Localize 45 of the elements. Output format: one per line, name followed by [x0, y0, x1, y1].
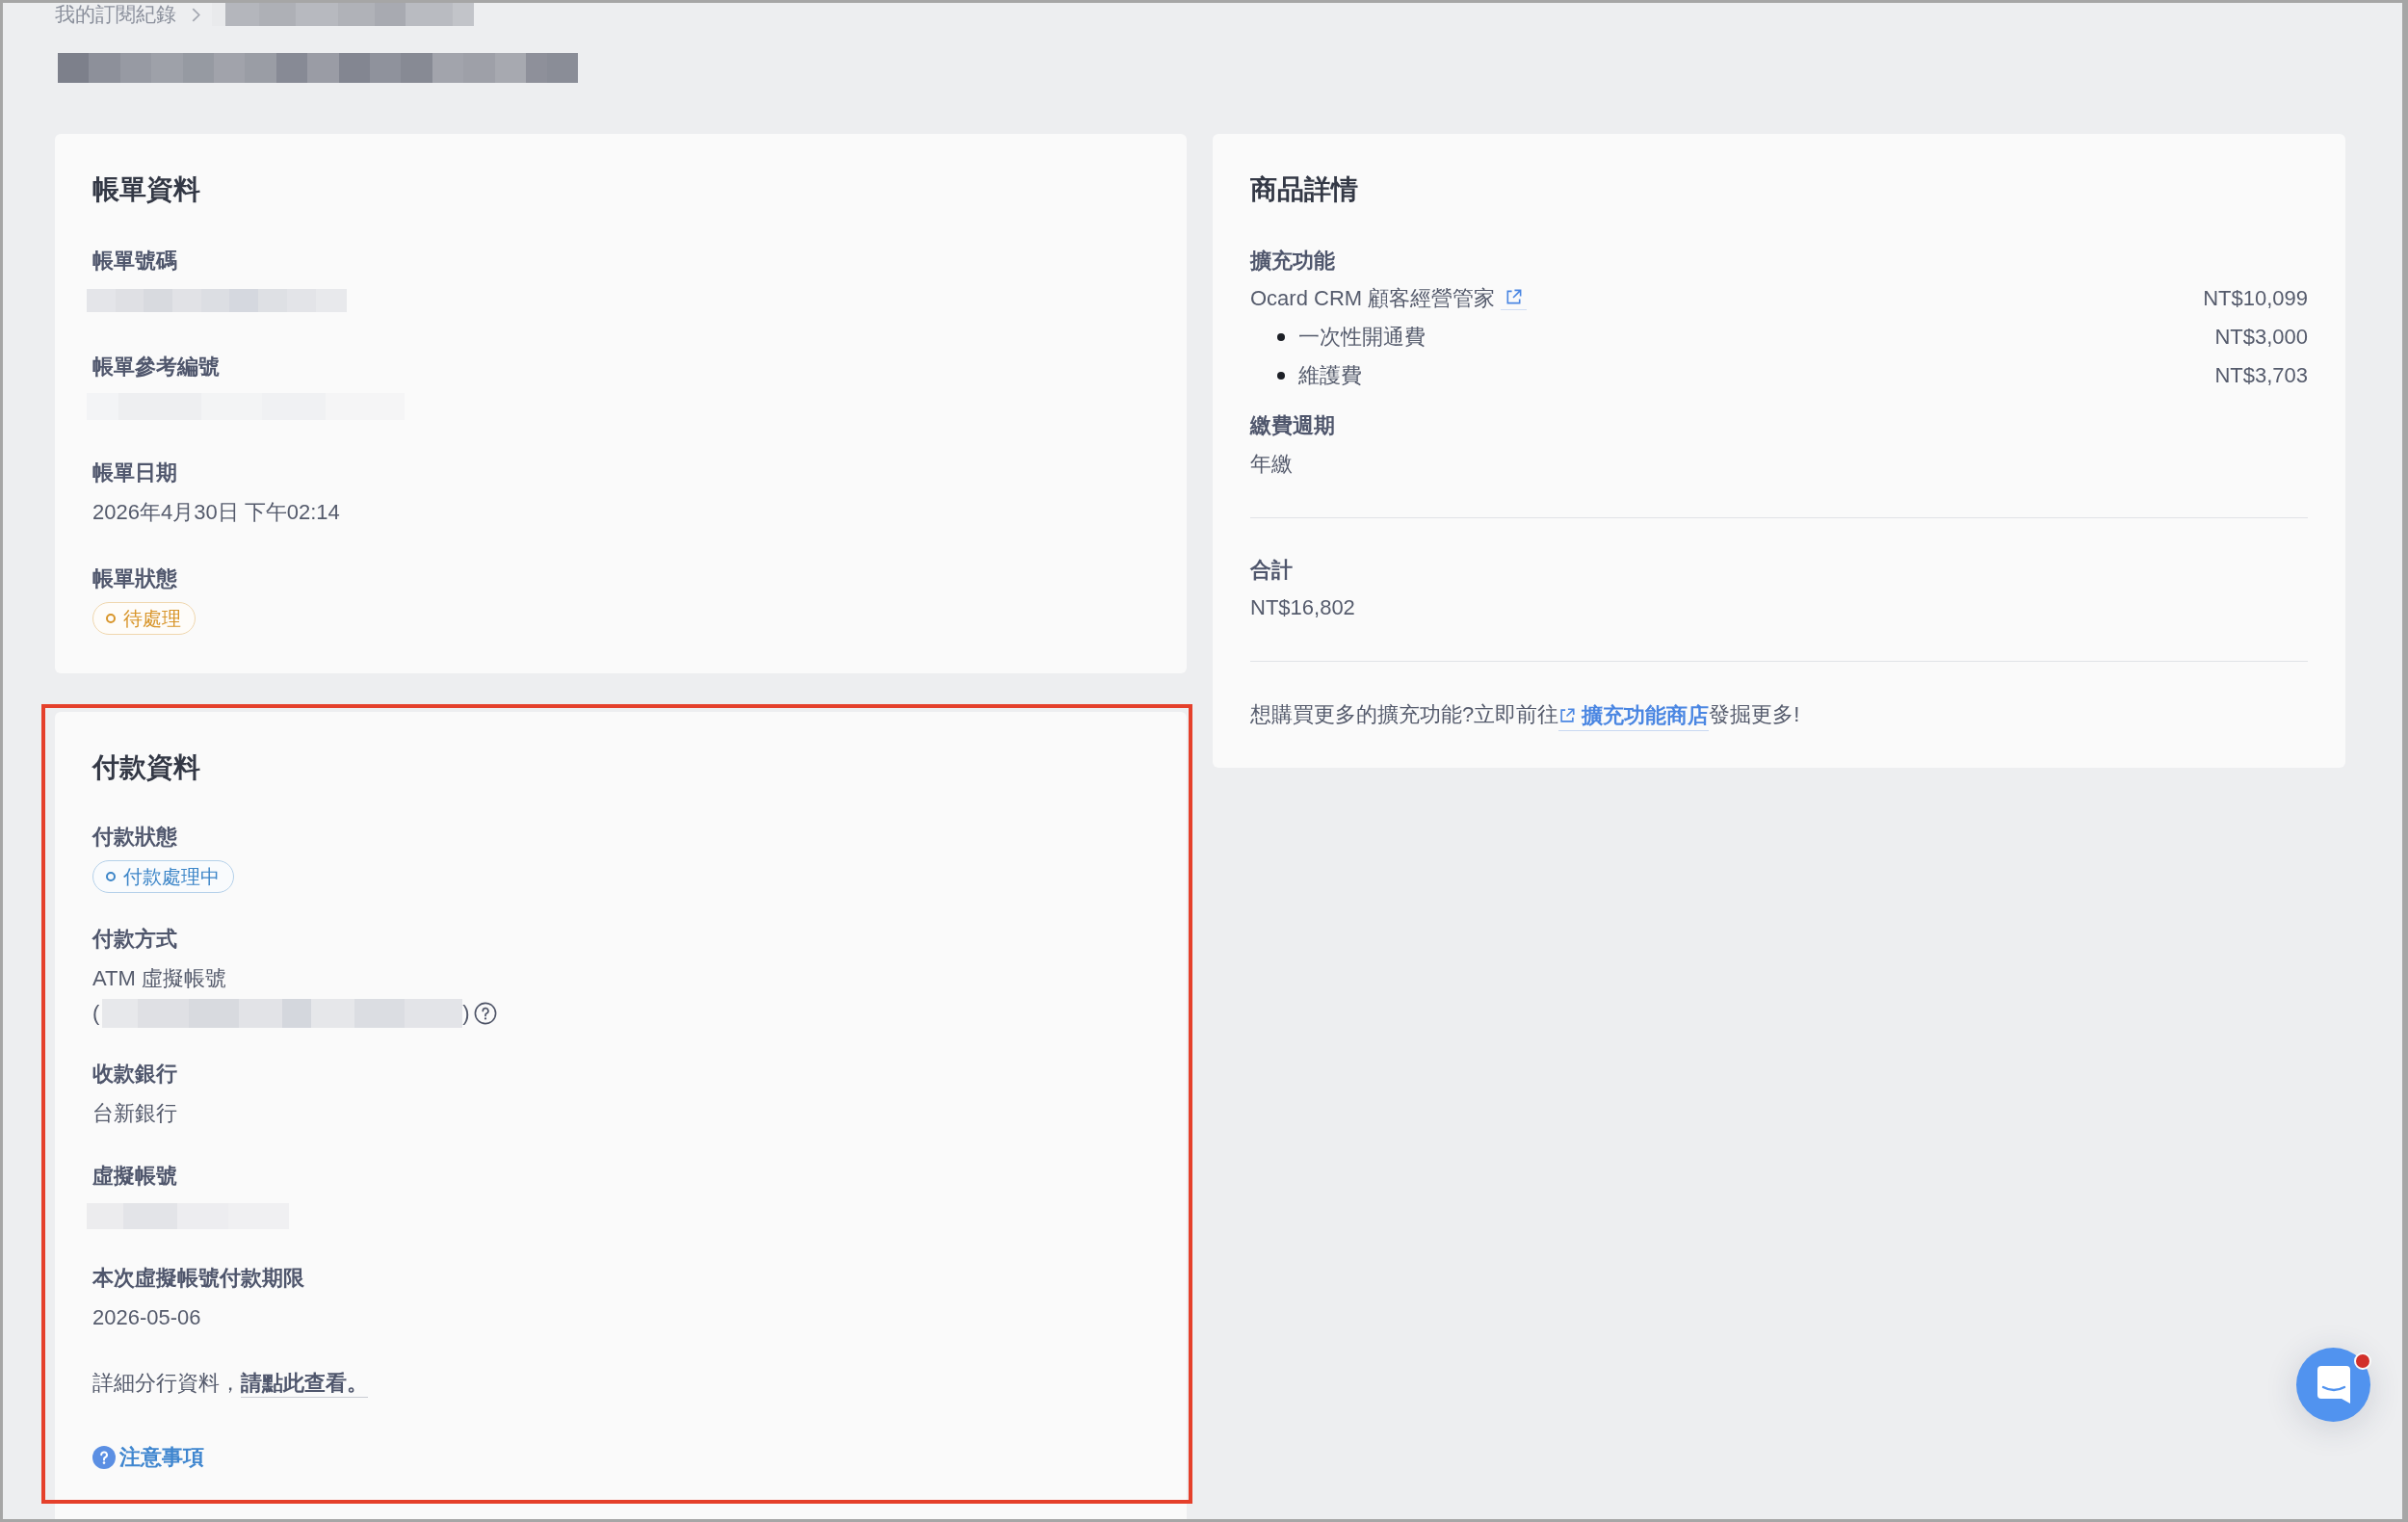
notice-link[interactable]: 注意事項 [92, 1440, 204, 1475]
card-title: 帳單資料 [92, 173, 201, 206]
field-label: 本次虛擬帳號付款期限 [92, 1265, 305, 1292]
field-label: 擴充功能 [1250, 248, 1336, 275]
status-text: 付款處理中 [123, 864, 220, 889]
breadcrumb-link[interactable]: 我的訂閱紀錄 [55, 3, 176, 26]
field-label: 帳單日期 [92, 459, 178, 486]
field-label: 帳單狀態 [92, 565, 178, 592]
field-label: 付款方式 [92, 926, 178, 953]
card-title: 付款資料 [92, 751, 201, 784]
product-name: Ocard CRM 顧客經營管家 [1250, 285, 1496, 312]
price-text: NT$3,703 [2214, 363, 2308, 388]
field-label: 帳單號碼 [92, 248, 178, 275]
price-text: NT$10,099 [2203, 286, 2308, 311]
field-label: 合計 [1250, 557, 1294, 584]
field-label: 付款狀態 [92, 824, 178, 851]
fee-name: 維護費 [1298, 362, 1362, 389]
field-value: NT$16,802 [1250, 594, 1356, 621]
bullet-icon [1277, 372, 1285, 380]
price-text: NT$3,000 [2214, 325, 2308, 350]
card-title: 商品詳情 [1250, 173, 1359, 206]
help-icon[interactable] [473, 1002, 497, 1025]
field-label: 帳單參考編號 [92, 354, 221, 380]
fee-name: 一次性開通費 [1298, 324, 1426, 351]
status-text: 待處理 [123, 606, 181, 631]
field-value: 年繳 [1250, 451, 1294, 478]
parenthesis: ) [462, 1000, 470, 1027]
field-label: 繳費週期 [1250, 412, 1336, 439]
field-value: 2026-05-06 [92, 1304, 202, 1331]
store-promo-text: 想購買更多的擴充功能?立即前往 擴充功能商店發掘更多! [1250, 697, 2308, 732]
field-value: 台新銀行 [92, 1100, 178, 1127]
chat-bubble-icon [2316, 1366, 2350, 1404]
chevron-right-icon [192, 7, 200, 22]
store-link[interactable]: 擴充功能商店 [1558, 700, 1710, 731]
field-label: 收款銀行 [92, 1061, 178, 1088]
field-value: 2026年4月30日 下午02:14 [92, 499, 341, 526]
field-value: ATM 虛擬帳號 [92, 965, 227, 992]
branch-info-text: 詳細分行資料，請點此查看。 [92, 1366, 1149, 1401]
external-link-icon [1558, 706, 1577, 724]
help-icon [92, 1446, 116, 1469]
field-label: 虛擬帳號 [92, 1163, 178, 1190]
branch-info-link[interactable]: 請點此查看。 [241, 1371, 368, 1398]
bullet-icon [1277, 333, 1285, 341]
external-link-icon[interactable] [1505, 287, 1524, 306]
parenthesis: ( [92, 1000, 100, 1027]
